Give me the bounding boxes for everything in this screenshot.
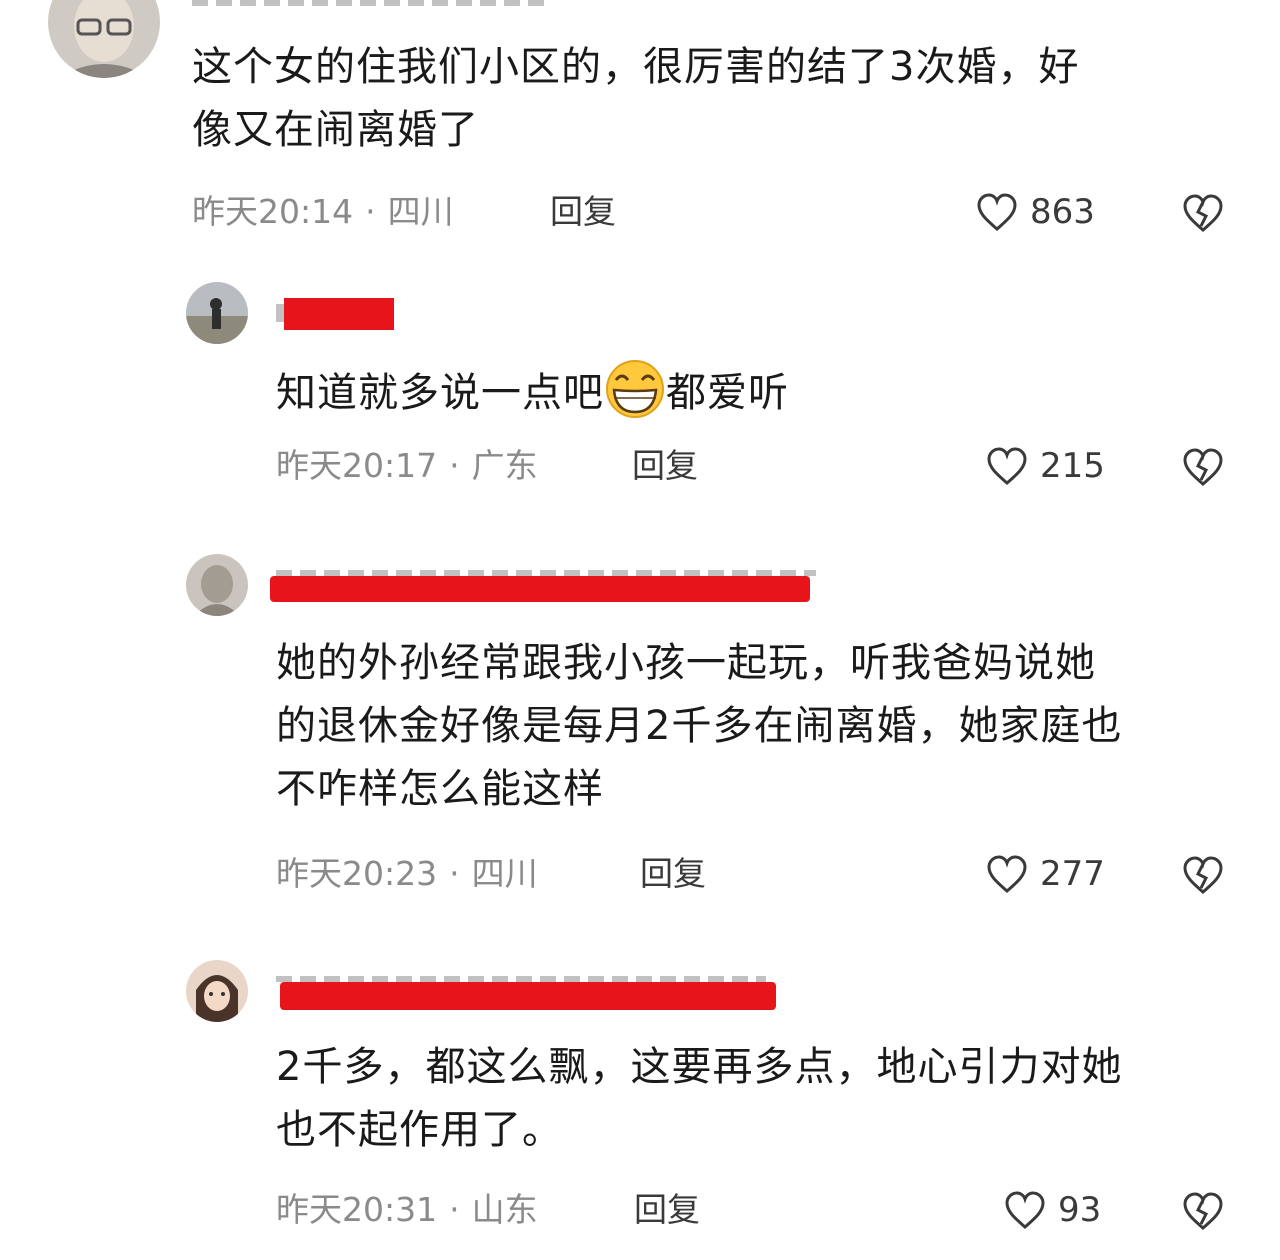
reply-button[interactable]: 回复 <box>632 446 698 486</box>
like-count: 277 <box>1040 854 1105 894</box>
comment-time: 昨天20:17 <box>276 446 438 485</box>
comment-text: 她的外孙经常跟我小孩一起玩，听我爸妈说她 的退休金好像是每月2千多在闹离婚，她家… <box>276 640 1123 812</box>
like-count: 93 <box>1058 1190 1102 1230</box>
broken-heart-icon[interactable] <box>1182 854 1224 896</box>
comment-location: 山东 <box>471 1190 538 1229</box>
comment-meta: 昨天20:14 · 四川 回复 <box>192 192 616 232</box>
reply-button[interactable]: 回复 <box>640 854 706 894</box>
like-button[interactable]: 93 <box>1004 1188 1101 1232</box>
grinning-face-emoji <box>606 360 664 418</box>
comment-2: 知道就多说一点吧 都爱听 昨天20:17 · 广东 回复 215 <box>0 280 1280 500</box>
avatar[interactable] <box>48 0 160 78</box>
comment-text: 这个女的住我们小区的，很厉害的结了3次婚，好 像又在闹离婚了 <box>192 44 1080 153</box>
comment-text: 2千多，都这么飘，这要再多点，地心引力对她 也不起作用了。 <box>276 1044 1123 1153</box>
comment-4: 2千多，都这么飘，这要再多点，地心引力对她 也不起作用了。 昨天20:31 · 山东… <box>0 958 1280 1260</box>
like-button[interactable]: 215 <box>986 444 1105 488</box>
comment-meta: 昨天20:17 · 广东 回复 <box>276 446 698 486</box>
comment-3: 她的外孙经常跟我小孩一起玩，听我爸妈说她 的退休金好像是每月2千多在闹离婚，她家… <box>0 552 1280 912</box>
reply-button[interactable]: 回复 <box>550 192 616 232</box>
redacted-username <box>284 298 394 330</box>
comment-location: 四川 <box>471 854 538 893</box>
redacted-username <box>280 982 776 1010</box>
blurred-username <box>192 0 552 6</box>
comment-meta: 昨天20:23 · 四川 回复 <box>276 854 706 894</box>
heart-outline-icon <box>977 193 1017 232</box>
comment-text: 知道就多说一点吧 都爱听 <box>276 358 1236 425</box>
like-count: 215 <box>1040 446 1105 486</box>
comment-time: 昨天20:14 <box>192 192 354 231</box>
comment-meta: 昨天20:31 · 山东 回复 <box>276 1190 700 1230</box>
reply-button[interactable]: 回复 <box>634 1190 700 1230</box>
comment-time: 昨天20:31 <box>276 1190 438 1229</box>
avatar[interactable] <box>186 554 248 616</box>
comment-location: 广东 <box>471 446 538 485</box>
avatar[interactable] <box>186 282 248 344</box>
redacted-username <box>270 576 810 602</box>
comment-time: 昨天20:23 <box>276 854 438 893</box>
broken-heart-icon[interactable] <box>1182 446 1224 488</box>
broken-heart-icon[interactable] <box>1182 192 1224 234</box>
like-count: 863 <box>1030 192 1095 232</box>
heart-outline-icon <box>987 855 1027 894</box>
avatar[interactable] <box>186 960 248 1022</box>
broken-heart-icon[interactable] <box>1182 1190 1224 1232</box>
heart-outline-icon <box>1005 1191 1045 1230</box>
like-button[interactable]: 863 <box>976 190 1095 234</box>
comment-1: 这个女的住我们小区的，很厉害的结了3次婚，好 像又在闹离婚了 昨天20:14 · 四… <box>0 0 1280 250</box>
like-button[interactable]: 277 <box>986 852 1105 896</box>
heart-outline-icon <box>987 447 1027 486</box>
comment-location: 四川 <box>387 192 454 231</box>
